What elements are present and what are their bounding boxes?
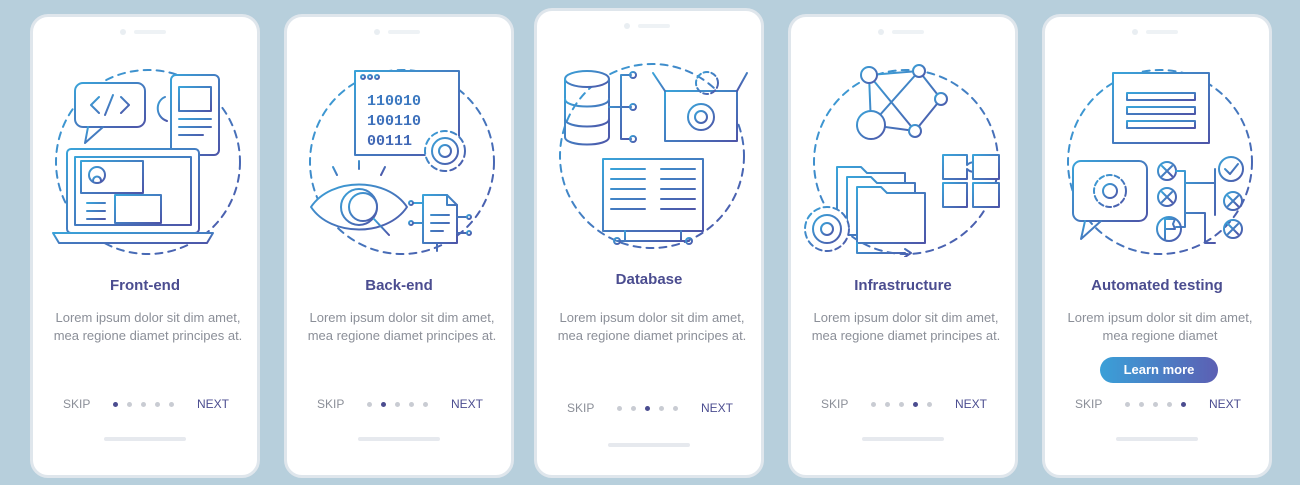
gear-box-icon — [652, 71, 748, 142]
page-dot — [155, 402, 160, 407]
next-button[interactable]: NEXT — [955, 397, 987, 411]
skip-button[interactable]: SKIP — [821, 397, 848, 411]
onboarding-screen-database: Database Lorem ipsum dolor sit dim amet,… — [534, 8, 764, 478]
screen-title: Automated testing — [1091, 277, 1223, 294]
database-icon — [564, 70, 637, 146]
gear-chat-icon — [1072, 160, 1148, 240]
home-indicator — [608, 443, 690, 447]
onboarding-nav: SKIP NEXT — [33, 397, 257, 415]
phone-speaker — [120, 29, 170, 35]
screen-title: Back-end — [365, 277, 433, 294]
page-dot — [423, 402, 428, 407]
page-dot-active — [381, 402, 386, 407]
binary-line: 00111 — [367, 133, 412, 150]
page-dot — [885, 402, 890, 407]
skip-button[interactable]: SKIP — [317, 397, 344, 411]
phone-speaker — [1132, 29, 1182, 35]
page-dot-active — [113, 402, 118, 407]
screen-title: Infrastructure — [854, 277, 952, 294]
onboarding-nav: SKIP NEXT — [537, 401, 761, 419]
next-button[interactable]: NEXT — [197, 397, 229, 411]
screen-description: Lorem ipsum dolor sit dim amet, mea regi… — [53, 310, 243, 343]
onboarding-screen-infrastructure: Infrastructure Lorem ipsum dolor sit dim… — [788, 14, 1018, 478]
folders-icon — [836, 166, 926, 257]
onboarding-screen-automated-testing: Automated testing Lorem ipsum dolor sit … — [1042, 14, 1272, 478]
page-indicator — [367, 402, 431, 408]
page-dot — [927, 402, 932, 407]
onboarding-screen-frontend: Front-end Lorem ipsum dolor sit dim amet… — [30, 14, 260, 478]
code-chat-icon — [74, 82, 146, 144]
next-button[interactable]: NEXT — [701, 401, 733, 415]
page-dot — [899, 402, 904, 407]
screen-description: Lorem ipsum dolor sit dim amet, mea regi… — [1067, 310, 1253, 343]
network-nodes-icon — [856, 64, 948, 140]
onboarding-nav: SKIP NEXT — [791, 397, 1015, 415]
testing-illustration — [1067, 69, 1253, 255]
page-dot — [409, 402, 414, 407]
phone-speaker — [878, 29, 928, 35]
page-dot — [673, 406, 678, 411]
page-indicator — [1125, 402, 1189, 408]
screen-title: Database — [615, 271, 683, 288]
screen-description: Lorem ipsum dolor sit dim amet, mea regi… — [307, 310, 497, 343]
home-indicator — [1116, 437, 1198, 441]
skip-button[interactable]: SKIP — [63, 397, 90, 411]
gear-icon — [804, 206, 850, 252]
home-indicator — [358, 437, 440, 441]
binary-line: 100110 — [367, 113, 421, 130]
page-dot — [395, 402, 400, 407]
page-dot-active — [645, 406, 650, 411]
skip-button[interactable]: SKIP — [567, 401, 594, 415]
smartphone-icon — [156, 74, 220, 156]
page-dot-active — [913, 402, 918, 407]
onboarding-screen-backend: 110010 100110 00111 Back-end Lorem ipsum… — [284, 14, 514, 478]
onboarding-nav: SKIP NEXT — [1045, 397, 1269, 415]
page-dot — [1139, 402, 1144, 407]
page-dot — [659, 406, 664, 411]
page-dot — [871, 402, 876, 407]
document-circuit-icon — [408, 194, 472, 252]
server-rack-icon — [602, 158, 704, 245]
page-dot — [1167, 402, 1172, 407]
home-indicator — [862, 437, 944, 441]
page-dot-active — [1181, 402, 1186, 407]
page-dot — [1125, 402, 1130, 407]
checklist-icon — [1157, 156, 1244, 244]
page-dot — [631, 406, 636, 411]
page-dot — [367, 402, 372, 407]
page-dot — [141, 402, 146, 407]
page-indicator — [113, 402, 177, 408]
page-dot — [1153, 402, 1158, 407]
flag-icon — [1156, 216, 1182, 242]
page-dot — [617, 406, 622, 411]
home-indicator — [104, 437, 186, 441]
gear-icon — [424, 130, 466, 172]
puzzle-icon — [942, 154, 1000, 208]
page-indicator — [871, 402, 935, 408]
page-dot — [169, 402, 174, 407]
database-illustration — [559, 63, 748, 249]
next-button[interactable]: NEXT — [451, 397, 483, 411]
frontend-illustration — [52, 69, 241, 255]
screen-title: Front-end — [110, 277, 180, 294]
page-dot — [127, 402, 132, 407]
eye-magnifier-icon — [310, 160, 408, 236]
binary-line: 110010 — [367, 93, 421, 110]
phone-speaker — [374, 29, 424, 35]
list-window-icon — [1112, 72, 1210, 144]
page-indicator — [617, 406, 681, 412]
onboarding-nav: SKIP NEXT — [287, 397, 511, 415]
phone-speaker — [624, 23, 674, 29]
skip-button[interactable]: SKIP — [1075, 397, 1102, 411]
screen-description: Lorem ipsum dolor sit dim amet, mea regi… — [557, 310, 747, 343]
learn-more-button[interactable]: Learn more — [1100, 357, 1218, 383]
infrastructure-illustration — [804, 64, 1000, 257]
next-button[interactable]: NEXT — [1209, 397, 1241, 411]
backend-illustration: 110010 100110 00111 — [309, 69, 495, 255]
screen-description: Lorem ipsum dolor sit dim amet, mea regi… — [811, 310, 1001, 343]
